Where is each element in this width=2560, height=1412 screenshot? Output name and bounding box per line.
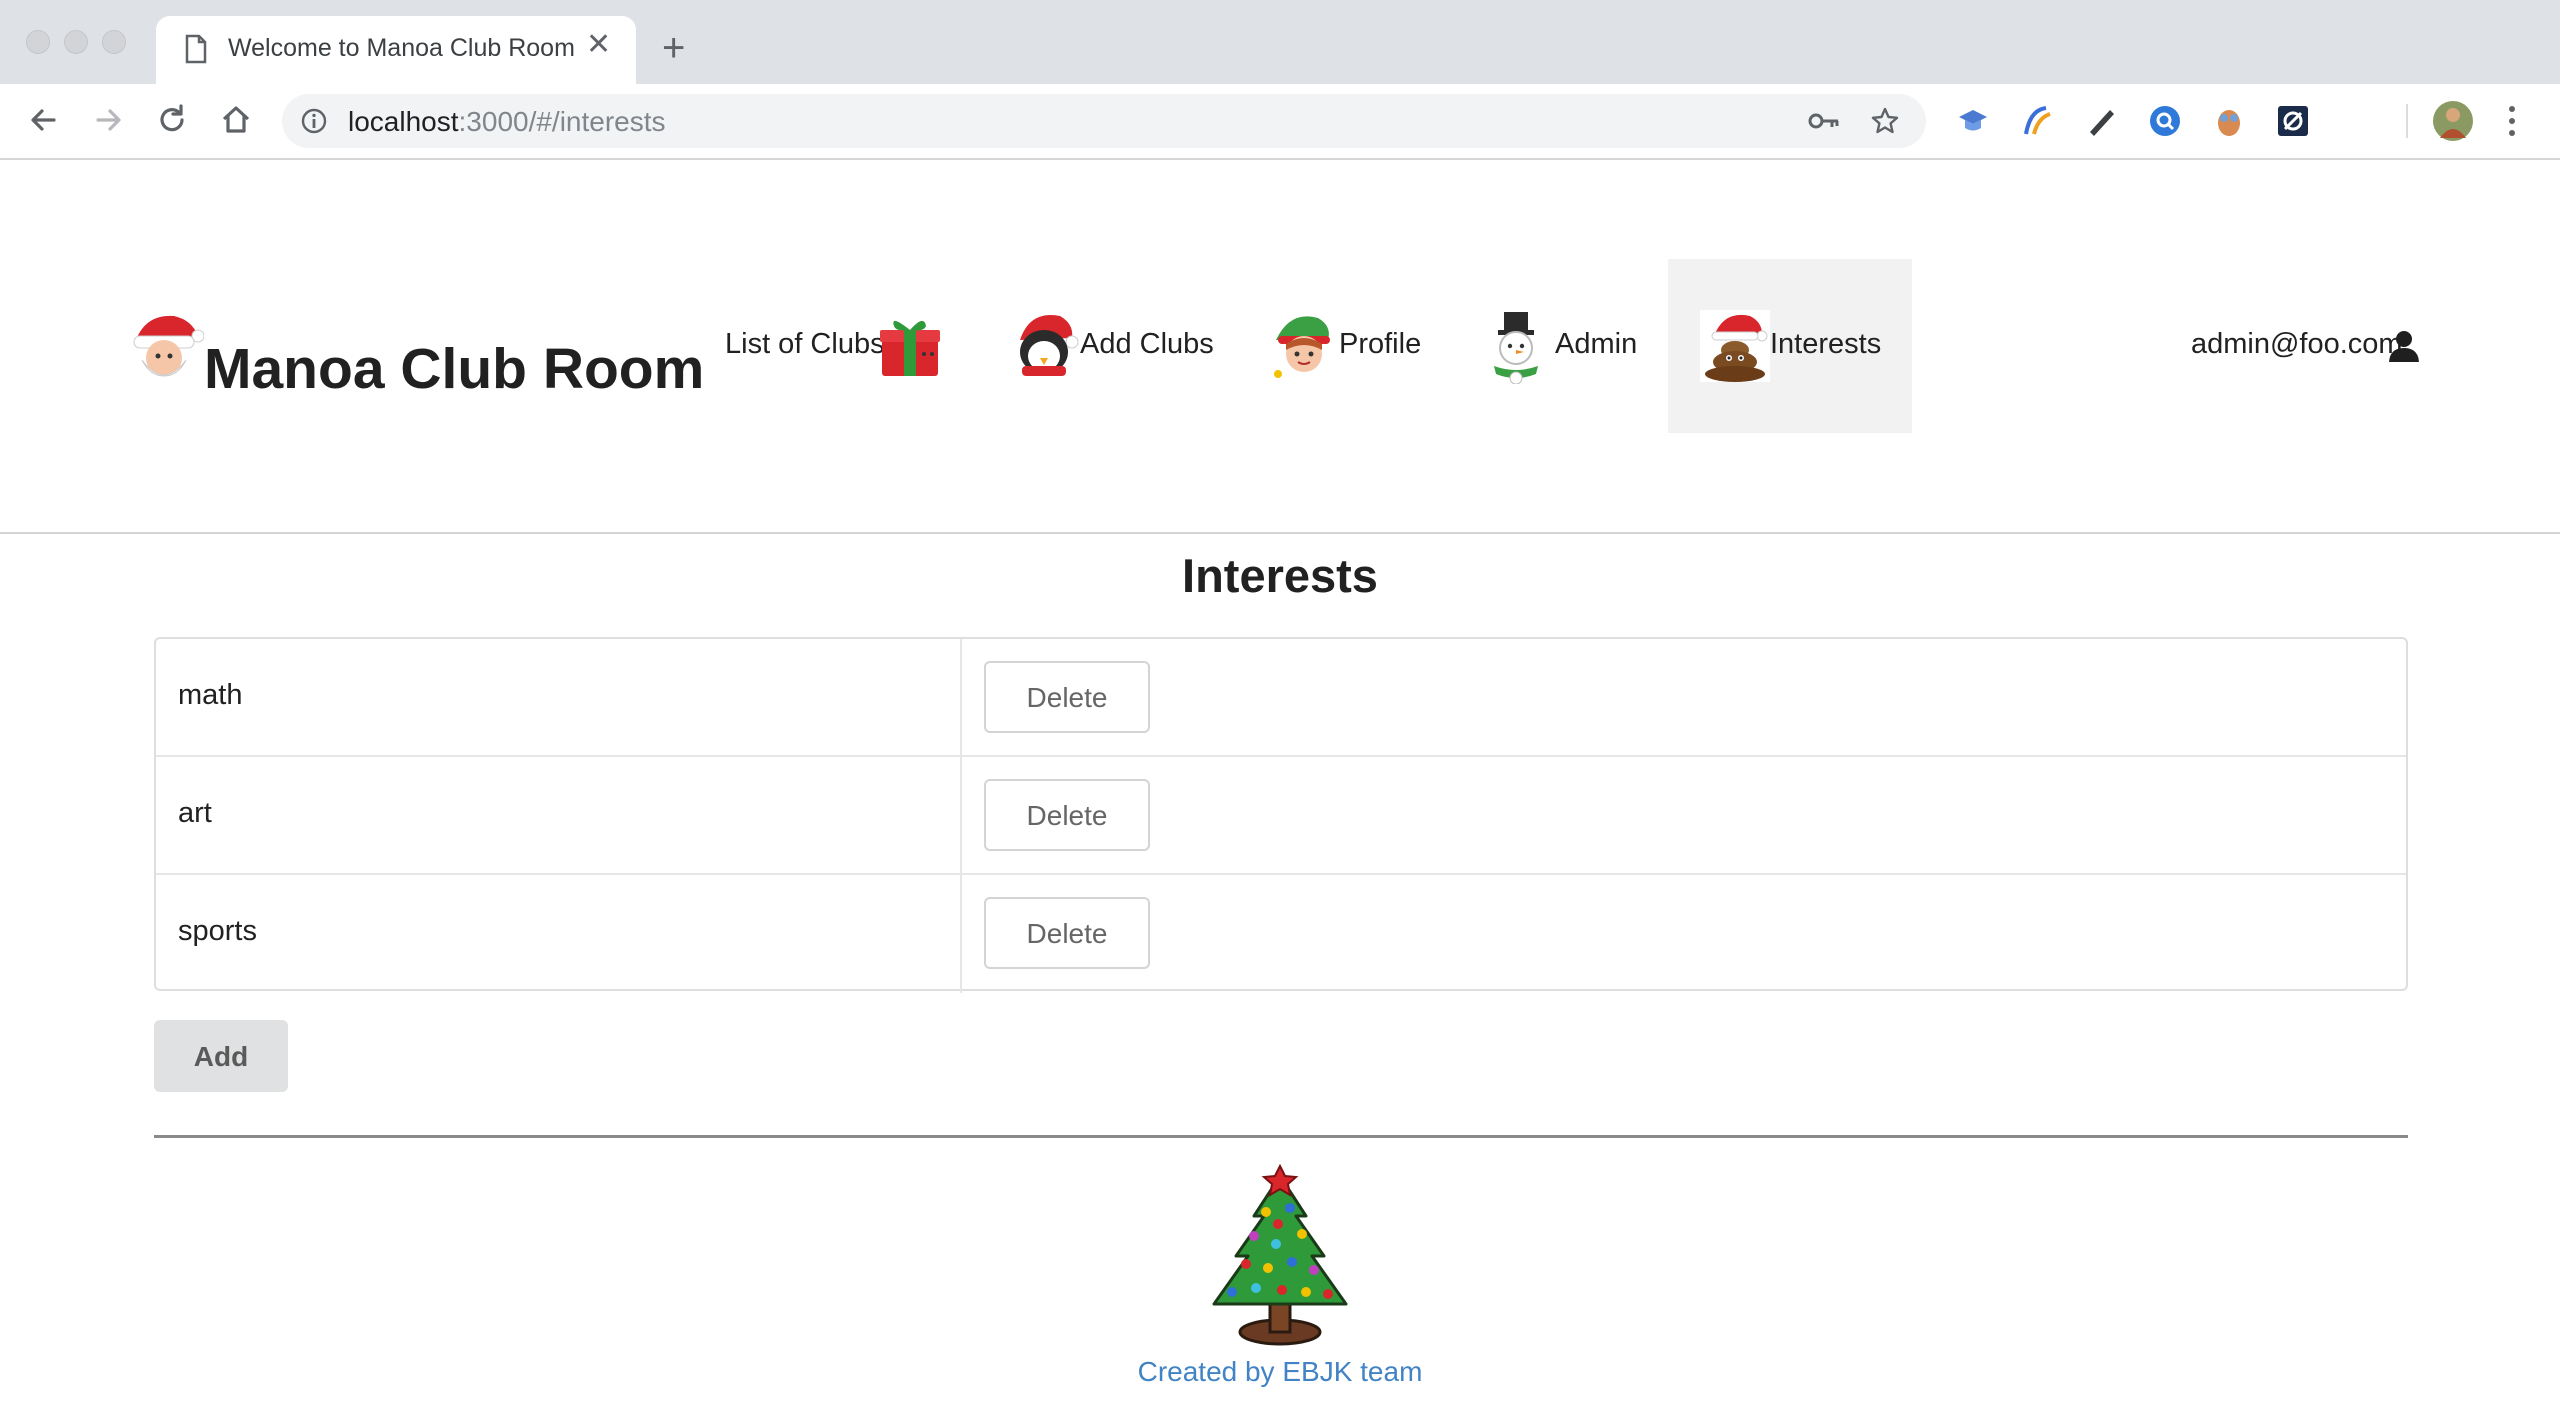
snowman-icon: [1494, 312, 1538, 384]
toolbar-separator: [2406, 104, 2408, 138]
back-icon[interactable]: [24, 100, 64, 140]
tab-close-icon[interactable]: ✕: [586, 30, 611, 60]
christmas-tree-icon: [1212, 1164, 1348, 1346]
interest-name: math: [178, 679, 243, 711]
search-extension-icon[interactable]: [2148, 104, 2182, 138]
santa-icon: [133, 315, 204, 377]
interest-name: sports: [178, 915, 257, 947]
brand-link[interactable]: Manoa Club Room: [204, 336, 704, 402]
browser-toolbar: localhost:3000/#/interests: [0, 84, 2560, 160]
new-tab-icon[interactable]: +: [662, 28, 685, 68]
reload-icon[interactable]: [152, 100, 192, 140]
menu-list-of-clubs[interactable]: List of Clubs: [725, 328, 885, 361]
window-zoom-dot[interactable]: [102, 30, 126, 54]
menu-profile[interactable]: Profile: [1339, 328, 1421, 361]
info-icon[interactable]: [300, 107, 328, 135]
interests-table: math Delete art Delete sports Delete: [154, 637, 2408, 993]
elf-icon: [1274, 316, 1330, 378]
more-menu-icon[interactable]: [2504, 102, 2520, 140]
table-row: math Delete: [156, 639, 2406, 757]
user-menu[interactable]: admin@foo.com: [2191, 328, 2403, 361]
menu-admin[interactable]: Admin: [1555, 328, 1637, 361]
add-button[interactable]: Add: [154, 1020, 288, 1092]
menu-interests[interactable]: Interests: [1770, 328, 1881, 361]
home-icon[interactable]: [216, 100, 256, 140]
address-bar[interactable]: localhost:3000/#/interests: [282, 94, 1926, 148]
script-extension-icon[interactable]: [2020, 104, 2054, 138]
page-icon: [185, 34, 207, 64]
profile-avatar-icon[interactable]: [2432, 100, 2474, 142]
delete-button[interactable]: Delete: [984, 779, 1150, 851]
user-icon[interactable]: [2388, 330, 2420, 362]
dark-extension-icon[interactable]: [2276, 104, 2310, 138]
footer-divider: [154, 1135, 2408, 1138]
page-title: Interests: [1182, 549, 1378, 602]
browser-titlebar: Welcome to Manoa Club Room ✕ +: [0, 0, 2560, 84]
tab-title: Welcome to Manoa Club Room: [228, 34, 575, 62]
santa-poop-icon: [1700, 310, 1770, 382]
pen-extension-icon[interactable]: [2084, 104, 2118, 138]
bookmark-star-icon[interactable]: [1870, 106, 1900, 136]
owl-extension-icon[interactable]: [2212, 104, 2246, 138]
window-minimize-dot[interactable]: [64, 30, 88, 54]
delete-button[interactable]: Delete: [984, 897, 1150, 969]
table-row: sports Delete: [156, 875, 2406, 993]
navbar-divider: [0, 532, 2560, 534]
footer-credit-link[interactable]: Created by EBJK team: [0, 1356, 2560, 1388]
forward-icon[interactable]: [88, 100, 128, 140]
gift-icon: [880, 320, 940, 376]
menu-add-clubs[interactable]: Add Clubs: [1080, 328, 1214, 361]
browser-tab[interactable]: Welcome to Manoa Club Room ✕: [156, 16, 636, 84]
column-divider: [960, 757, 962, 873]
graduation-cap-extension-icon[interactable]: [1956, 104, 1990, 138]
key-icon[interactable]: [1808, 108, 1840, 134]
column-divider: [960, 875, 962, 993]
delete-button[interactable]: Delete: [984, 661, 1150, 733]
interest-name: art: [178, 797, 212, 829]
table-row: art Delete: [156, 757, 2406, 875]
url-text[interactable]: localhost:3000/#/interests: [348, 106, 666, 138]
column-divider: [960, 639, 962, 755]
penguin-santa-icon: [1020, 315, 1079, 376]
window-close-dot[interactable]: [26, 30, 50, 54]
